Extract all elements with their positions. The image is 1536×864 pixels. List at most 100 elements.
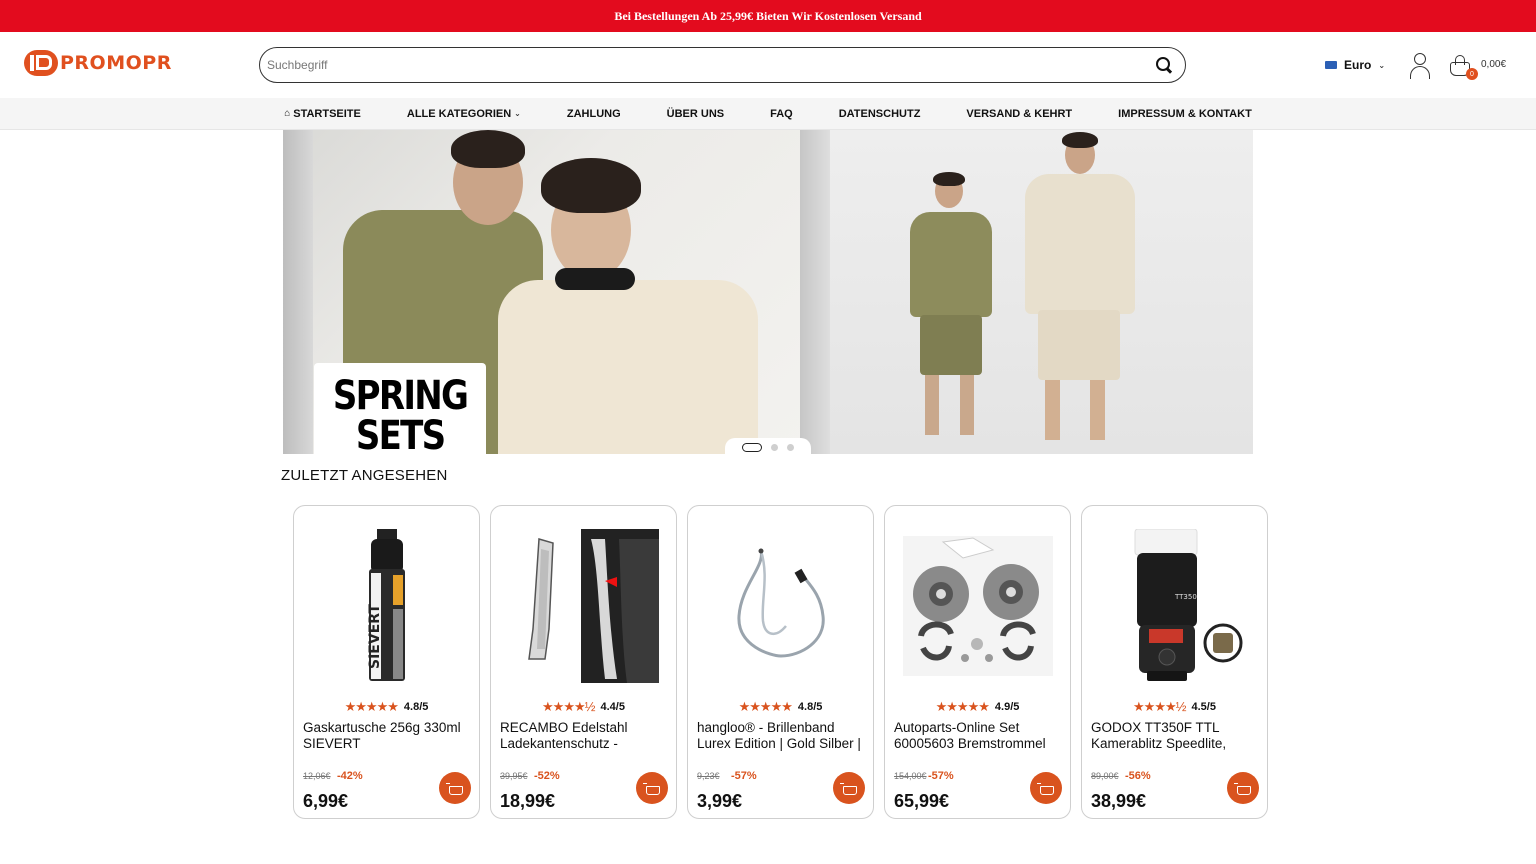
product-card[interactable]: TT350 ★★★★½ 4.5/5 GODOX TT350F TTL Kamer… [1081,505,1268,819]
logo[interactable]: PROMOPR [24,50,172,76]
nav-item-faq[interactable]: FAQ [747,108,816,120]
hero-slider[interactable]: SPRING SETS [283,130,1253,454]
chevron-down-icon: ⌄ [514,109,521,118]
product-rating: ★★★★½ 4.5/5 [1082,699,1267,715]
model-leg [960,375,974,435]
model-leg [1090,380,1105,440]
promo-label: SPRING SETS [314,363,486,454]
cart-icon [643,782,660,795]
recently-viewed-title: ZULETZT ANGESEHEN [281,467,448,484]
product-title[interactable]: GODOX TT350F TTL Kamerablitz Speedlite, [1091,720,1257,752]
user-icon[interactable] [1409,52,1431,79]
rating-value: 4.5/5 [1191,701,1216,713]
glasses-strap-image [737,548,825,658]
header: PROMOPR Euro ⌄ 0 0,00€ [0,32,1536,98]
product-card[interactable]: ★★★★★ 4.9/5 Autoparts-Online Set 6000560… [884,505,1071,819]
logo-text: PROMOPR [60,52,172,74]
promo-line-1: SPRING [332,373,469,419]
chevron-down-icon: ⌄ [1378,60,1386,70]
slider-dot-1[interactable] [742,442,762,452]
cart-count-badge: 0 [1466,68,1478,80]
model-hair [541,158,641,213]
product-rating: ★★★★½ 4.4/5 [491,699,676,715]
brake-drum-set-image [903,536,1053,676]
star-icons: ★★★★★ [935,699,990,714]
camera-flash-image: TT350 [1134,529,1243,681]
old-price: 89,00€ [1091,771,1119,781]
rating-value: 4.4/5 [600,701,625,713]
star-icons: ★★★★½ [542,699,595,714]
rating-value: 4.9/5 [994,701,1020,713]
nav-label: ALLE KATEGORIEN [406,107,512,120]
product-image: TT350 [1096,528,1254,684]
add-to-cart-button[interactable] [1227,772,1259,804]
slider-dot-2[interactable] [771,443,778,451]
price: 65,99€ [894,791,950,811]
product-title[interactable]: Gaskartusche 256g 330ml SIEVERT [303,720,469,752]
shipping-banner: Bei Bestellungen Ab 25,99€ Bieten Wir Ko… [0,0,1536,32]
nav-item-datenschutz[interactable]: DATENSCHUTZ [816,108,944,120]
model-shorts-cream [1038,310,1120,380]
add-to-cart-button[interactable] [636,772,668,804]
model-hair [933,172,965,186]
nav-item-impressum[interactable]: IMPRESSUM & KONTAKT [1095,108,1275,120]
nav-item-startseite[interactable]: ⌂ STARTSEITE [261,108,384,120]
add-to-cart-button[interactable] [1030,772,1062,804]
slider-dots [725,438,811,454]
nav-label: DATENSCHUTZ [838,107,921,120]
star-icons: ★★★★★ [344,699,399,714]
product-rating: ★★★★★ 4.9/5 [885,699,1070,715]
cart-icon[interactable]: 0 [1449,54,1478,80]
product-title[interactable]: hangloo® - Brillenband Lurex Edition | G… [697,720,863,752]
discount-badge: -57% [731,770,757,782]
add-to-cart-button[interactable] [439,772,471,804]
discount-badge: -57% [928,770,954,782]
nav-label: VERSAND & KEHRT [966,107,1073,120]
product-card[interactable]: ★★★★½ 4.4/5 RECAMBO Edelstahl Ladekanten… [490,505,677,819]
cart-total[interactable]: 0,00€ [1481,59,1506,70]
discount-badge: -52% [534,770,560,782]
nav-label: ÜBER UNS [666,107,725,120]
svg-text:SIEVERT: SIEVERT [367,604,383,669]
search-input[interactable] [267,58,1155,72]
loading-edge-protector-image [528,529,659,683]
currency-label: Euro [1344,58,1372,72]
cart-icon [446,782,463,795]
nav-label: FAQ [770,107,793,120]
model-shorts-olive [920,315,982,375]
logo-icon [24,50,58,76]
product-image [899,528,1057,684]
gas-cartridge-image: SIEVERT [367,529,405,681]
nav-item-zahlung[interactable]: ZAHLUNG [544,108,644,120]
product-title[interactable]: Autoparts-Online Set 60005603 Bremstromm… [894,720,1060,752]
product-title[interactable]: RECAMBO Edelstahl Ladekantenschutz - [500,720,666,752]
main-nav: ⌂ STARTSEITE ALLE KATEGORIEN ⌄ ZAHLUNG Ü… [0,98,1536,130]
nav-label: ZAHLUNG [566,107,621,120]
discount-badge: -56% [1125,770,1151,782]
old-price: 154,00€ [894,771,927,781]
nav-label: STARTSEITE [293,107,361,120]
cart-icon [1037,782,1054,795]
price: 18,99€ [500,791,556,811]
model-hair [451,130,525,168]
add-to-cart-button[interactable] [833,772,865,804]
price: 3,99€ [697,791,743,811]
nav-item-ueber-uns[interactable]: ÜBER UNS [644,108,747,120]
promo-line-2: SETS [355,413,446,454]
model-leg [1045,380,1060,440]
rating-value: 4.8/5 [797,701,823,713]
currency-selector[interactable]: Euro ⌄ [1325,58,1385,72]
nav-item-versand[interactable]: VERSAND & KEHRT [943,108,1095,120]
product-rating: ★★★★★ 4.8/5 [688,699,873,715]
slider-dot-3[interactable] [787,443,794,451]
search-icon[interactable] [1155,56,1173,74]
search-bar [259,47,1186,83]
cart-icon [1234,782,1251,795]
product-card[interactable]: SIEVERT ★★★★★ 4.8/5 Gaskartusche 256g 33… [293,505,480,819]
nav-item-alle-kategorien[interactable]: ALLE KATEGORIEN ⌄ [384,108,544,120]
nav-label: IMPRESSUM & KONTAKT [1118,107,1252,120]
model-leg [925,375,939,435]
svg-text:TT350: TT350 [1174,593,1197,601]
product-card[interactable]: ★★★★★ 4.8/5 hangloo® - Brillenband Lurex… [687,505,874,819]
model-hair [1062,132,1098,148]
